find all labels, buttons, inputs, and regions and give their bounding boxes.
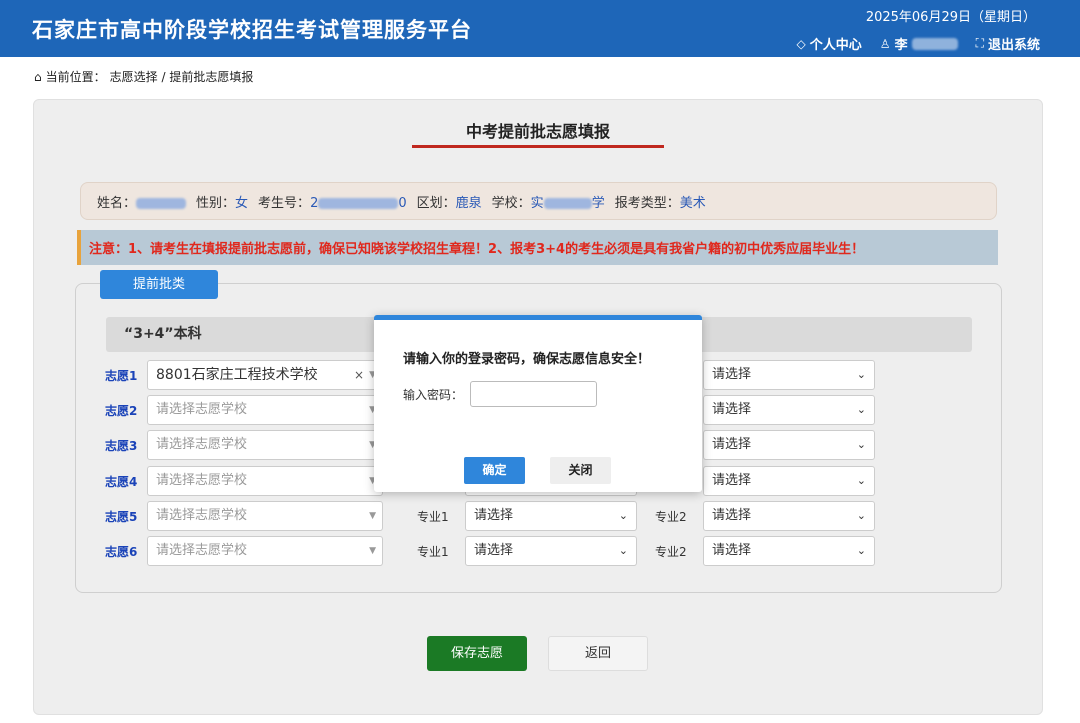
school-select[interactable]: 请选择志愿学校 ▼ <box>147 430 383 460</box>
save-button[interactable]: 保存志愿 <box>427 636 527 671</box>
major1-value: 请选择 <box>474 543 514 558</box>
choice-row: 志愿5 请选择志愿学校 ▼ 专业1 请选择 ⌄ 专业2 请选择 ⌄ <box>105 501 885 531</box>
major2-select[interactable]: 请选择 ⌄ <box>703 536 875 566</box>
chevron-down-icon: ⌄ <box>856 544 866 557</box>
major2-value: 请选择 <box>712 367 752 382</box>
major2-value: 请选择 <box>712 473 752 488</box>
school-value: 请选择志愿学校 <box>156 543 248 558</box>
major2-select[interactable]: 请选择 ⌄ <box>703 466 875 496</box>
school-select[interactable]: 8801石家庄工程技术学校 × ▼ <box>147 360 383 390</box>
chevron-down-icon: ⌄ <box>618 544 628 557</box>
name-field: 姓名： <box>97 192 187 211</box>
header-nav: ◇ 个人中心 ♙ 李 ⛶ 退出系统 <box>797 34 1040 53</box>
major1-label: 专业1 <box>417 510 449 524</box>
school-value: 8801石家庄工程技术学校 <box>156 367 318 383</box>
chevron-down-icon: ⌄ <box>856 403 866 416</box>
major2-value: 请选择 <box>712 508 752 523</box>
major2-value: 请选择 <box>712 437 752 452</box>
school-field: 学校：实学 <box>491 195 605 211</box>
caret-down-icon: ▼ <box>369 511 376 521</box>
breadcrumb-prefix: 当前位置： <box>45 70 106 84</box>
choice-label: 志愿1 <box>105 369 138 383</box>
breadcrumb-path: 志愿选择 / 提前批志愿填报 <box>109 70 254 84</box>
student-info-bar: 姓名： 性别：女 考生号：2 0 区划：鹿泉 学校：实学 报考类型：美术 <box>80 182 997 220</box>
district-field: 区划：鹿泉 <box>416 195 482 211</box>
close-button[interactable]: 关闭 <box>550 457 611 484</box>
exam-number-field: 考生号：2 0 <box>258 195 407 211</box>
chevron-down-icon: ⌄ <box>856 509 866 522</box>
page-title: 中考提前批志愿填报 <box>465 122 610 141</box>
tag-icon: ◇ <box>796 36 806 51</box>
school-value: 请选择志愿学校 <box>156 508 248 523</box>
clear-icon[interactable]: × <box>354 361 364 389</box>
personal-center-label: 个人中心 <box>809 38 862 53</box>
major2-select[interactable]: 请选择 ⌄ <box>703 395 875 425</box>
major2-label: 专业2 <box>655 545 687 559</box>
chevron-down-icon: ⌄ <box>618 509 628 522</box>
major1-select[interactable]: 请选择 ⌄ <box>465 536 637 566</box>
choice-label: 志愿5 <box>105 510 138 524</box>
choice-label: 志愿3 <box>105 439 138 453</box>
tab-early-batch[interactable]: 提前批类 <box>100 270 218 299</box>
chevron-down-icon: ⌄ <box>856 474 866 487</box>
password-input[interactable] <box>470 381 597 407</box>
password-dialog: 请输入你的登录密码，确保志愿信息安全！ 输入密码： 确定 关闭 <box>374 315 702 492</box>
major2-value: 请选择 <box>712 543 752 558</box>
gender-field: 性别：女 <box>196 195 249 211</box>
user-icon: ♙ <box>879 36 891 51</box>
choice-label: 志愿4 <box>105 475 138 489</box>
major2-value: 请选择 <box>712 402 752 417</box>
school-value: 请选择志愿学校 <box>156 402 248 417</box>
school-select[interactable]: 请选择志愿学校 ▼ <box>147 466 383 496</box>
choice-label: 志愿2 <box>105 404 138 418</box>
school-select[interactable]: 请选择志愿学校 ▼ <box>147 395 383 425</box>
chevron-down-icon: ⌄ <box>856 368 866 381</box>
back-button[interactable]: 返回 <box>548 636 648 671</box>
school-value: 请选择志愿学校 <box>156 437 248 452</box>
school-select[interactable]: 请选择志愿学校 ▼ <box>147 501 383 531</box>
choice-row: 志愿6 请选择志愿学校 ▼ 专业1 请选择 ⌄ 专业2 请选择 ⌄ <box>105 536 885 566</box>
major1-value: 请选择 <box>474 508 514 523</box>
user-menu[interactable]: ♙ 李 <box>880 34 958 53</box>
school-select[interactable]: 请选择志愿学校 ▼ <box>147 536 383 566</box>
chevron-down-icon: ⌄ <box>856 438 866 451</box>
user-name: 李 <box>894 38 908 53</box>
breadcrumb: ⌂ 当前位置： 志愿选择 / 提前批志愿填报 <box>34 68 253 85</box>
school-value: 请选择志愿学校 <box>156 473 248 488</box>
logout-link[interactable]: ⛶ 退出系统 <box>976 34 1040 53</box>
password-label: 输入密码： <box>403 388 464 402</box>
home-icon: ⌂ <box>34 69 42 84</box>
logout-label: 退出系统 <box>987 38 1040 53</box>
confirm-button[interactable]: 确定 <box>464 457 525 484</box>
major2-select[interactable]: 请选择 ⌄ <box>703 430 875 460</box>
dialog-title: 请输入你的登录密码，确保志愿信息安全！ <box>403 352 651 367</box>
major1-select[interactable]: 请选择 ⌄ <box>465 501 637 531</box>
major2-select[interactable]: 请选择 ⌄ <box>703 501 875 531</box>
date-display: 2025年06月29日（星期日） <box>865 10 1036 25</box>
caret-down-icon: ▼ <box>369 546 376 556</box>
app-title: 石家庄市高中阶段学校招生考试管理服务平台 <box>32 18 472 42</box>
choice-label: 志愿6 <box>105 545 138 559</box>
exam-type-field: 报考类型：美术 <box>614 195 706 211</box>
personal-center-link[interactable]: ◇ 个人中心 <box>796 34 862 54</box>
major2-select[interactable]: 请选择 ⌄ <box>703 360 875 390</box>
user-name-mask <box>911 37 958 50</box>
notice-banner: 注意：1、请考生在填报提前批志愿前，确保已知晓该学校招生章程！2、报考3+4的考… <box>77 230 998 265</box>
major2-label: 专业2 <box>655 510 687 524</box>
title-underline <box>412 145 664 148</box>
top-header: 石家庄市高中阶段学校招生考试管理服务平台 2025年06月29日（星期日） ◇ … <box>0 0 1080 57</box>
major1-label: 专业1 <box>417 545 449 559</box>
expand-icon: ⛶ <box>975 36 984 50</box>
